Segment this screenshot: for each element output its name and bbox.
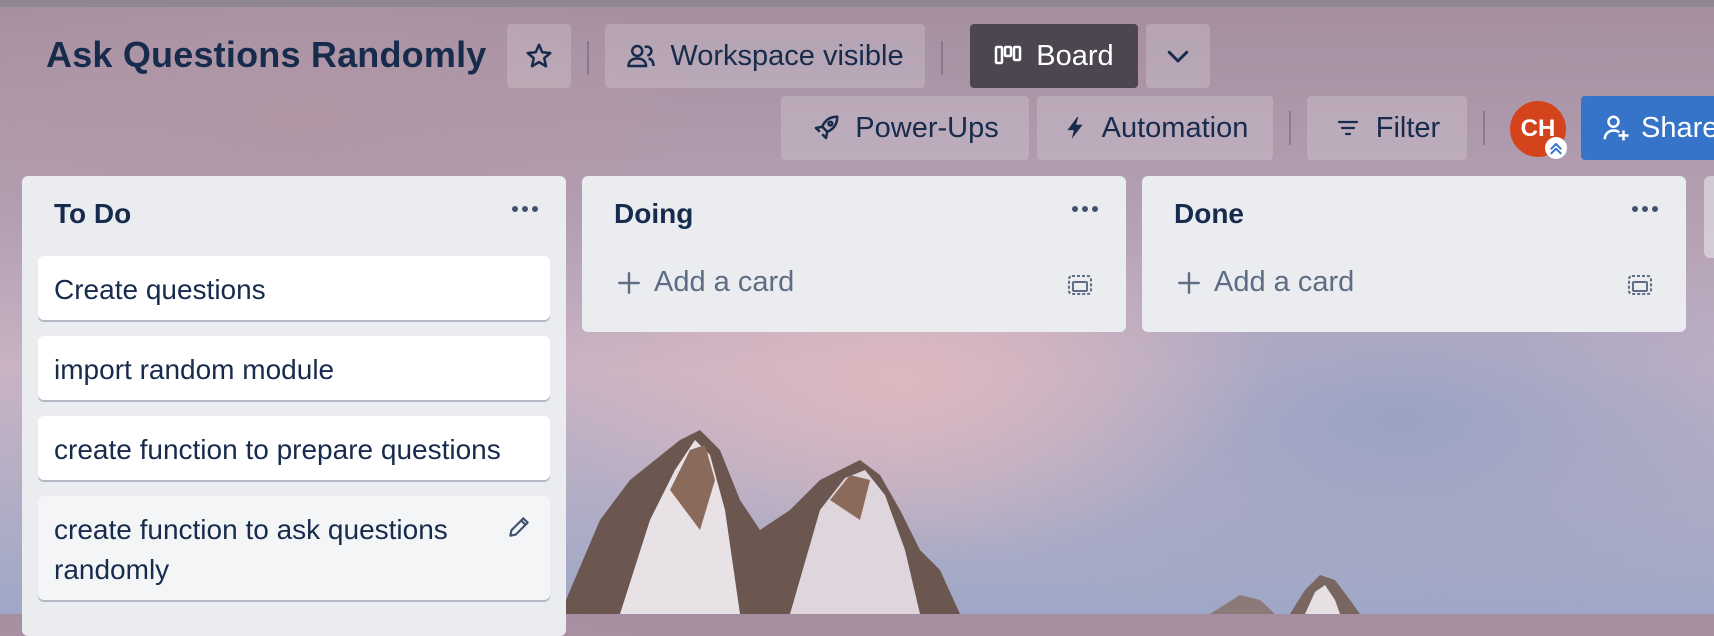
automation-label: Automation — [1101, 111, 1249, 144]
people-icon — [627, 44, 656, 68]
card-template-icon[interactable] — [1626, 273, 1654, 299]
power-ups-label: Power-Ups — [855, 111, 999, 144]
add-card-button[interactable]: Add a card — [616, 266, 794, 299]
filter-icon — [1337, 120, 1358, 136]
pencil-icon[interactable] — [506, 514, 532, 540]
filter-label: Filter — [1375, 111, 1441, 144]
automation-button[interactable]: Automation — [1037, 96, 1273, 160]
star-board-button[interactable] — [507, 24, 571, 88]
double-chevron-up-icon — [1550, 143, 1562, 155]
share-button[interactable]: Share — [1581, 96, 1714, 160]
filter-button[interactable]: Filter — [1307, 96, 1467, 160]
lightning-icon — [1067, 117, 1083, 139]
plus-icon — [618, 271, 640, 294]
card[interactable]: create function to prepare questions — [38, 416, 550, 480]
chevron-down-icon — [1167, 50, 1189, 63]
header-divider — [587, 41, 589, 75]
card-title: create function to ask questions randoml… — [54, 514, 448, 585]
card[interactable]: create function to ask questions randoml… — [38, 496, 550, 600]
board-view-icon — [995, 45, 1022, 65]
card-template-icon[interactable] — [1066, 273, 1094, 299]
list-to-do: To Do Create questions import random mod… — [22, 176, 566, 636]
plus-icon — [1178, 271, 1200, 294]
list-title[interactable]: Done — [1174, 198, 1244, 230]
mountain-background-image — [560, 430, 1360, 614]
card[interactable]: import random module — [38, 336, 550, 400]
rocket-icon — [815, 115, 839, 140]
add-another-list[interactable] — [1704, 176, 1714, 258]
board-view-label: Board — [1036, 39, 1114, 72]
board-view-button[interactable]: Board — [970, 24, 1138, 88]
more-options-icon[interactable] — [1070, 204, 1100, 214]
card-title: create function to prepare questions — [54, 434, 501, 465]
board-title[interactable]: Ask Questions Randomly — [46, 34, 487, 76]
header-divider — [1289, 111, 1291, 145]
more-options-icon[interactable] — [1630, 204, 1660, 214]
view-switcher-dropdown[interactable] — [1146, 24, 1210, 88]
more-options-icon[interactable] — [510, 204, 540, 214]
workspace-visibility-label: Workspace visible — [670, 39, 904, 72]
card-title: import random module — [54, 354, 335, 385]
add-card-label: Add a card — [654, 266, 795, 298]
add-card-label: Add a card — [1214, 266, 1355, 298]
workspace-visibility-button[interactable]: Workspace visible — [605, 24, 925, 88]
card[interactable]: Create questions — [38, 256, 550, 320]
share-label: Share — [1641, 111, 1714, 144]
card-title: Create questions — [54, 274, 266, 305]
add-person-icon — [1603, 115, 1629, 141]
header-divider — [941, 41, 943, 75]
window-top-edge — [0, 0, 1714, 7]
list-done: Done Add a card — [1142, 176, 1686, 332]
list-title[interactable]: To Do — [54, 198, 131, 230]
star-icon — [526, 43, 552, 68]
admin-badge — [1545, 137, 1567, 159]
power-ups-button[interactable]: Power-Ups — [781, 96, 1029, 160]
list-doing: Doing Add a card — [582, 176, 1126, 332]
list-title[interactable]: Doing — [614, 198, 693, 230]
add-card-button[interactable]: Add a card — [1176, 266, 1354, 299]
header-divider — [1483, 111, 1485, 145]
